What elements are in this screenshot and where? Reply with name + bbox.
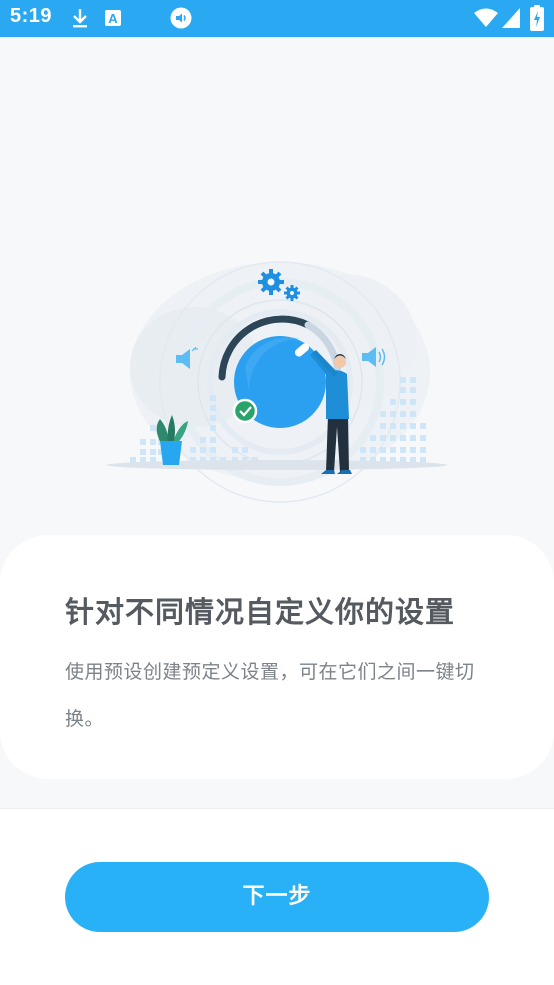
hero-illustration bbox=[0, 37, 554, 537]
status-time: 5:19 bbox=[10, 5, 53, 27]
card-description: 使用预设创建预定义设置，可在它们之间一键切换。 bbox=[65, 661, 475, 730]
wifi-icon bbox=[474, 8, 498, 32]
svg-text:A: A bbox=[108, 11, 118, 26]
next-button[interactable]: 下一步 bbox=[65, 862, 489, 932]
check-icon bbox=[232, 398, 258, 424]
card-title: 针对不同情况自定义你的设置 bbox=[65, 595, 456, 629]
bottom-action-area: 下一步 bbox=[0, 808, 554, 985]
battery-charging-icon bbox=[530, 5, 544, 35]
text-a-icon: A bbox=[104, 9, 122, 31]
media-audio-icon bbox=[170, 7, 192, 33]
info-card: 针对不同情况自定义你的设置 使用预设创建预定义设置，可在它们之间一键切换。 bbox=[0, 535, 554, 779]
download-icon bbox=[70, 7, 90, 33]
status-bar: 5:19 A bbox=[0, 0, 554, 37]
signal-icon bbox=[502, 8, 520, 32]
